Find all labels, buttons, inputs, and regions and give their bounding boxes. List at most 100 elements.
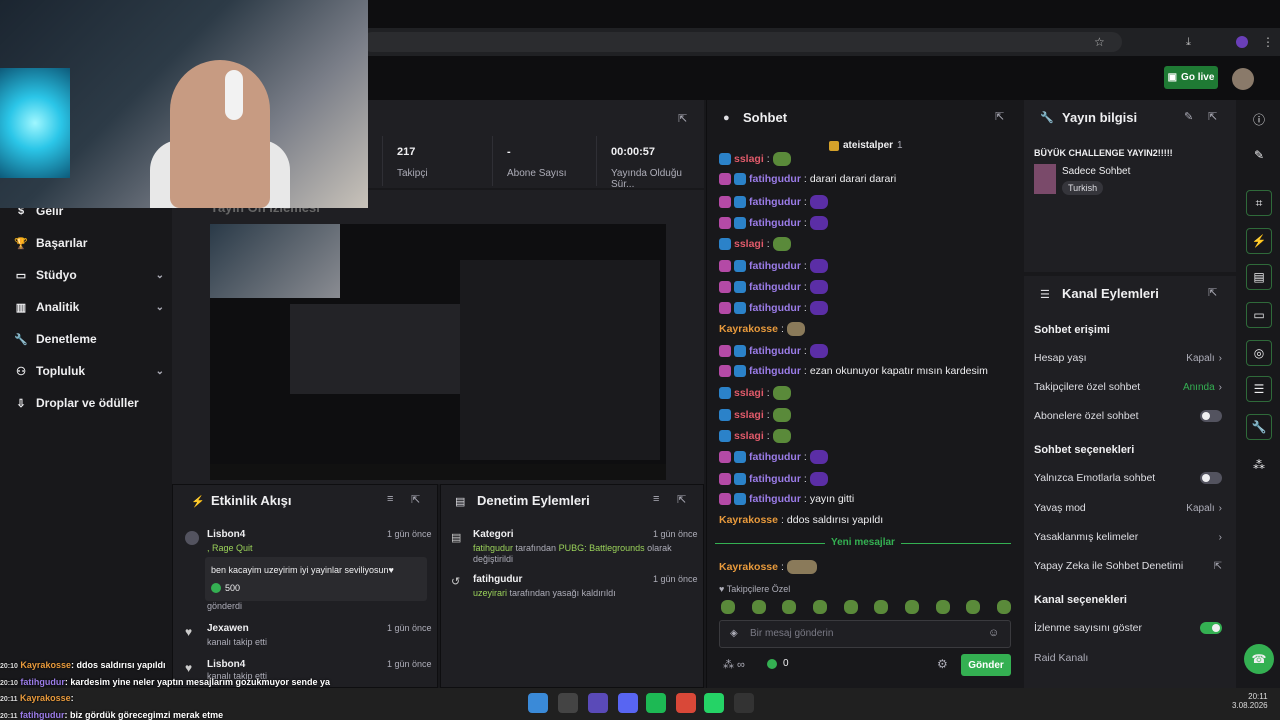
popout-icon[interactable]: ⇱ bbox=[995, 110, 1004, 123]
chat-input[interactable]: ◈ Bir mesaj gönderin ☺ bbox=[719, 620, 1011, 648]
emote-icon[interactable] bbox=[935, 600, 950, 614]
document-icon[interactable]: ▤ bbox=[1246, 264, 1272, 290]
taskbar-clock[interactable]: 20:11 3.08.2026 bbox=[1232, 692, 1268, 710]
search-icon[interactable] bbox=[558, 693, 578, 713]
emote-icon[interactable] bbox=[874, 600, 889, 614]
sidebar-item-studyo[interactable]: ▭ Stüdyo ⌄ bbox=[14, 268, 164, 282]
emote-icon[interactable] bbox=[966, 600, 981, 614]
stream-preview-video[interactable] bbox=[210, 224, 666, 480]
chat-username[interactable]: sslagi bbox=[734, 238, 764, 250]
emoji-icon[interactable]: ☺ bbox=[988, 627, 999, 639]
chat-username[interactable]: sslagi bbox=[734, 387, 764, 399]
profile-avatar[interactable] bbox=[1236, 36, 1248, 48]
chat-username[interactable]: fatihgudur bbox=[749, 451, 801, 463]
subscriber-badge-icon bbox=[719, 259, 731, 272]
chat-icon[interactable]: ▭ bbox=[1246, 302, 1272, 328]
chat-username[interactable]: fatihgudur bbox=[749, 473, 801, 485]
go-live-button[interactable]: ▣ Go live bbox=[1164, 66, 1218, 89]
edit-pencil-icon[interactable]: ✎ bbox=[1184, 110, 1193, 123]
pinned-user[interactable]: ateistalper 1 bbox=[829, 140, 903, 151]
settings-gear-icon[interactable]: ⚙ bbox=[937, 657, 948, 671]
banned-words-row[interactable]: Yasaklanmış kelimeler › bbox=[1034, 531, 1222, 543]
chat-username[interactable]: fatihgudur bbox=[749, 173, 801, 185]
community-icon[interactable]: ⁂ bbox=[1246, 452, 1272, 478]
obs-icon[interactable] bbox=[734, 693, 754, 713]
chat-username[interactable]: Kayrakosse bbox=[719, 323, 778, 335]
chat-username[interactable]: fatihgudur bbox=[749, 260, 801, 272]
followers-chat-row[interactable]: Takipçilere özel sohbet Anında › bbox=[1034, 381, 1222, 393]
chat-username[interactable]: sslagi bbox=[734, 409, 764, 421]
emote-icon[interactable] bbox=[721, 600, 735, 614]
address-bar[interactable] bbox=[362, 32, 1122, 52]
raid-channel-row[interactable]: Raid Kanalı bbox=[1034, 652, 1222, 664]
emote-only-row[interactable]: Yalnızca Emotlarla sohbet bbox=[1034, 472, 1222, 484]
chat-username[interactable]: fatihgudur bbox=[749, 217, 801, 229]
spotify-icon[interactable] bbox=[646, 693, 666, 713]
send-button[interactable]: Gönder bbox=[961, 654, 1011, 676]
ai-mod-row[interactable]: Yapay Zeka ile Sohbet Denetimi ⇱ bbox=[1034, 560, 1222, 572]
lightning-icon[interactable]: ⚡ bbox=[1246, 228, 1272, 254]
user-avatar[interactable] bbox=[1232, 68, 1254, 90]
sidebar-item-analitik[interactable]: ▥ Analitik ⌄ bbox=[14, 300, 164, 314]
chat-username[interactable]: Kayrakosse bbox=[719, 514, 778, 526]
download-icon[interactable]: ⤓ bbox=[1186, 36, 1191, 49]
start-icon[interactable] bbox=[528, 693, 548, 713]
emote-icon[interactable] bbox=[996, 600, 1011, 614]
emote-icon[interactable] bbox=[843, 600, 858, 614]
popout-icon[interactable]: ⇱ bbox=[678, 112, 687, 125]
chrome-icon[interactable] bbox=[676, 693, 696, 713]
stats-icon[interactable]: ⌗ bbox=[1246, 190, 1272, 216]
show-viewers-row[interactable]: İzlenme sayısını göster bbox=[1034, 622, 1222, 634]
emote-only-toggle[interactable] bbox=[1200, 472, 1222, 484]
chat-username[interactable]: fatihgudur bbox=[749, 345, 801, 357]
popout-icon[interactable]: ⇱ bbox=[1208, 286, 1217, 299]
subs-chat-row[interactable]: Abonelere özel sohbet bbox=[1034, 410, 1222, 422]
chat-username[interactable]: sslagi bbox=[734, 430, 764, 442]
activity-user[interactable]: Lisbon4 bbox=[207, 659, 245, 670]
slow-mode-row[interactable]: Yavaş mod Kapalı › bbox=[1034, 502, 1222, 514]
chat-username[interactable]: fatihgudur bbox=[749, 365, 801, 377]
help-icon[interactable]: ☎ bbox=[1244, 644, 1274, 674]
broadcast-icon[interactable]: ◎ bbox=[1246, 340, 1272, 366]
stream-category[interactable]: Sadece Sohbet bbox=[1062, 166, 1130, 177]
sidebar-item-topluluk[interactable]: ⚇ Topluluk ⌄ bbox=[14, 364, 164, 378]
app-icon[interactable] bbox=[588, 693, 608, 713]
wrench-icon[interactable]: 🔧 bbox=[1246, 414, 1272, 440]
bookmark-star-icon[interactable]: ☆ bbox=[1094, 35, 1105, 49]
settings-icon[interactable]: ☰ bbox=[1246, 376, 1272, 402]
activity-user[interactable]: Jexawen bbox=[207, 623, 249, 634]
show-viewers-toggle[interactable] bbox=[1200, 622, 1222, 634]
info-icon[interactable]: ⓘ bbox=[1246, 106, 1272, 132]
headphones-image bbox=[225, 70, 243, 120]
moderator-badge-icon bbox=[719, 387, 731, 400]
popout-icon[interactable]: ⇱ bbox=[677, 493, 686, 506]
account-age-row[interactable]: Hesap yaşı Kapalı › bbox=[1034, 352, 1222, 364]
filter-icon[interactable]: ≡ bbox=[653, 493, 659, 505]
sidebar-item-droplar[interactable]: ⇩ Droplar ve ödüller bbox=[14, 396, 164, 410]
chat-points: 0 bbox=[767, 658, 789, 669]
chat-username[interactable]: sslagi bbox=[734, 153, 764, 165]
menu-dots-icon[interactable]: ⋮ bbox=[1262, 35, 1274, 49]
chart-icon: ▥ bbox=[15, 301, 27, 314]
pencil-icon[interactable]: ✎ bbox=[1246, 142, 1272, 168]
stream-tag[interactable]: Turkish bbox=[1062, 181, 1104, 195]
viewers-icon[interactable]: ⁂ ∞ bbox=[723, 658, 745, 671]
emote-icon[interactable] bbox=[782, 600, 797, 614]
discord-icon[interactable] bbox=[618, 693, 638, 713]
filter-icon[interactable]: ≡ bbox=[387, 493, 393, 505]
subscriber-badge-icon bbox=[719, 472, 731, 485]
popout-icon[interactable]: ⇱ bbox=[1208, 110, 1217, 123]
chat-username[interactable]: fatihgudur bbox=[749, 493, 801, 505]
activity-user[interactable]: Lisbon4 bbox=[207, 529, 245, 540]
emote-icon[interactable] bbox=[751, 600, 766, 614]
chat-username[interactable]: fatihgudur bbox=[749, 302, 801, 314]
chat-username[interactable]: fatihgudur bbox=[749, 281, 801, 293]
popout-icon[interactable]: ⇱ bbox=[411, 493, 420, 506]
subs-chat-toggle[interactable] bbox=[1200, 410, 1222, 422]
chat-username[interactable]: fatihgudur bbox=[749, 196, 801, 208]
whatsapp-icon[interactable] bbox=[704, 693, 724, 713]
emote-icon[interactable] bbox=[812, 600, 827, 614]
sidebar-item-denetleme[interactable]: 🔧 Denetleme bbox=[14, 332, 164, 346]
emote-icon[interactable] bbox=[904, 600, 919, 614]
sidebar-item-basarilar[interactable]: 🏆 Başarılar bbox=[14, 236, 164, 250]
